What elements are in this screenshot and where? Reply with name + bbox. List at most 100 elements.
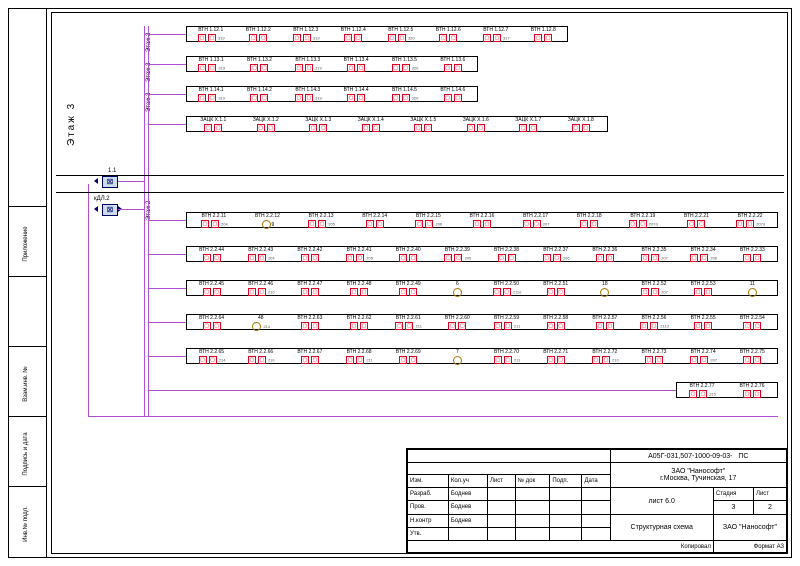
detector-icon: ▢ (204, 124, 212, 132)
detector-icon: ▢ (753, 254, 761, 262)
device-label: ВТН 2.2.44 (187, 247, 236, 253)
device-symbols: 214 (236, 322, 285, 331)
tb-utv: Утв. (408, 528, 449, 541)
detector-icon: ▢ (395, 322, 403, 330)
device-symbols: ▢▢ (425, 34, 473, 42)
device-symbols: ▢▢ 214 (187, 356, 236, 364)
device-block: ВТН 2.2.46▢▢ 210 (236, 281, 285, 295)
detector-icon: ▢ (301, 356, 309, 364)
floor-mark-1: Этаж 3 (146, 63, 152, 82)
device-label: ВТН 2.2.18 (562, 213, 616, 219)
device-strip: ВТН 2.2.45▢▢ВТН 2.2.46▢▢ 210ВТН 2.2.47▢▢… (186, 280, 778, 296)
controller-1: ⊠ (102, 176, 118, 188)
controller-2: ⊠ (102, 204, 118, 216)
device-symbols: ▢▢ 319 (187, 34, 235, 42)
spine-cell-0: Инв.№ подл. (23, 489, 29, 559)
detector-icon: ▢ (392, 94, 400, 102)
detector-icon: ▢ (424, 124, 432, 132)
detector-icon: ▢ (640, 322, 648, 330)
device-symbols: ▢▢ (235, 64, 283, 72)
tb-h-podp: Подп. (550, 475, 582, 488)
device-block: ВТН 2.2.34▢▢ 208 (679, 247, 728, 261)
device-block: ВТН 2.2.67▢▢ (285, 349, 334, 363)
device-block: ВТН 1.14.4▢▢ (332, 87, 380, 101)
device-block: ВТН 2.2.73▢▢ (629, 349, 678, 363)
tb-prov: Пров. (408, 500, 449, 514)
detector-icon: ▢ (699, 390, 707, 398)
floor-mark-3: Этаж 2 (146, 201, 152, 220)
device-label: ВТН 2.2.57 (580, 315, 629, 321)
detector-icon: ▢ (493, 288, 501, 296)
device-label: ВТН 2.2.36 (580, 247, 629, 253)
junction-icon (252, 322, 261, 331)
wire (148, 322, 186, 323)
device-label: 6 (433, 281, 482, 287)
detector-icon: ▢ (504, 356, 512, 364)
detector-icon: ▢ (258, 254, 266, 262)
tb-nkontr: Н.контр (408, 515, 449, 528)
device-block: ВТН 2.2.43▢▢ 204 (236, 247, 285, 261)
device-label: ВТН 1.13.1 (187, 57, 235, 63)
device-block: ВТН 1.13.3▢▢ 319 (284, 57, 332, 71)
detector-icon: ▢ (606, 254, 614, 262)
detector-icon: ▢ (301, 322, 309, 330)
device-label: ВТН 2.2.58 (531, 315, 580, 321)
detector-icon: ▢ (208, 94, 216, 102)
device-label: ВТН 1.12.1 (187, 27, 235, 33)
detector-icon: ▢ (259, 34, 267, 42)
detector-icon: ▢ (753, 322, 761, 330)
device-symbols: ▢▢ 211 (482, 322, 531, 330)
device-block: ВТН 2.2.58▢▢ (531, 315, 580, 329)
detector-icon: ▢ (444, 254, 452, 262)
device-symbols: ▢▢ (429, 94, 477, 102)
device-label: ЗАЦК Х.1.7 (502, 117, 555, 123)
device-block: 11 (728, 281, 777, 295)
detector-icon: ▢ (362, 124, 370, 132)
junction-icon (748, 288, 757, 297)
tb-sheetid: ПС (738, 453, 748, 460)
device-strip: ВТН 2.2.11▢▢ 204ВТН 2.2.129ВТН 2.2.13▢▢ … (186, 212, 778, 228)
device-block: ВТН 2.2.54▢▢ (728, 315, 777, 329)
device-label: ЗАЦК Х.1.6 (450, 117, 503, 123)
device-symbols: ▢▢ (187, 322, 236, 330)
detector-icon: ▢ (483, 34, 491, 42)
detector-icon: ▢ (444, 94, 452, 102)
device-label: ВТН 2.2.69 (384, 349, 433, 355)
detector-icon: ▢ (454, 64, 462, 72)
device-label: ВТН 2.2.21 (670, 213, 724, 219)
device-symbols: ▢▢ 207 (509, 220, 563, 228)
detector-icon: ▢ (467, 124, 475, 132)
device-symbols: ▢▢ 317 (472, 34, 520, 42)
device-block: ВТН 2.2.57▢▢ (580, 315, 629, 329)
device-symbols: ▢▢ (520, 34, 568, 42)
detector-icon: ▢ (366, 220, 374, 228)
device-symbols (728, 288, 777, 297)
device-label: ВТН 1.12.2 (235, 27, 283, 33)
device-block: ВТН 2.2.40▢▢ (384, 247, 433, 261)
device-symbols: ▢▢ (555, 124, 608, 132)
tb-sheet-h: Лист (754, 487, 787, 500)
detector-icon: ▢ (544, 34, 552, 42)
detector-icon: ▢ (690, 356, 698, 364)
device-symbols: ▢▢ 204 (187, 220, 241, 228)
device-block: ВТН 1.12.5▢▢ 320 (377, 27, 425, 41)
device-block: 6 (433, 281, 482, 295)
device-label: ВТН 2.2.73 (629, 349, 678, 355)
detector-icon: ▢ (503, 288, 511, 296)
controller-icon: ⊠ (107, 178, 114, 186)
device-label: ВТН 1.14.3 (284, 87, 332, 93)
detector-icon: ▢ (519, 124, 527, 132)
detector-icon: ▢ (414, 124, 422, 132)
detector-icon: ▢ (357, 94, 365, 102)
device-block: ВТН 1.13.2▢▢ (235, 57, 283, 71)
tb-nkontr-n: Боднев (448, 515, 487, 528)
device-symbols: ▢▢ (531, 322, 580, 330)
detector-icon: ▢ (415, 220, 423, 228)
device-block: ВТН 2.2.17▢▢ 207 (509, 213, 563, 227)
device-label: ВТН 2.2.40 (384, 247, 433, 253)
device-block: ВТН 2.2.42▢▢ (285, 247, 334, 261)
device-block: ВТН 2.2.70▢▢ 211 (482, 349, 531, 363)
device-label: ВТН 2.2.53 (679, 281, 728, 287)
detector-icon: ▢ (557, 356, 565, 364)
tb-project: лист 6.0 (610, 487, 713, 514)
